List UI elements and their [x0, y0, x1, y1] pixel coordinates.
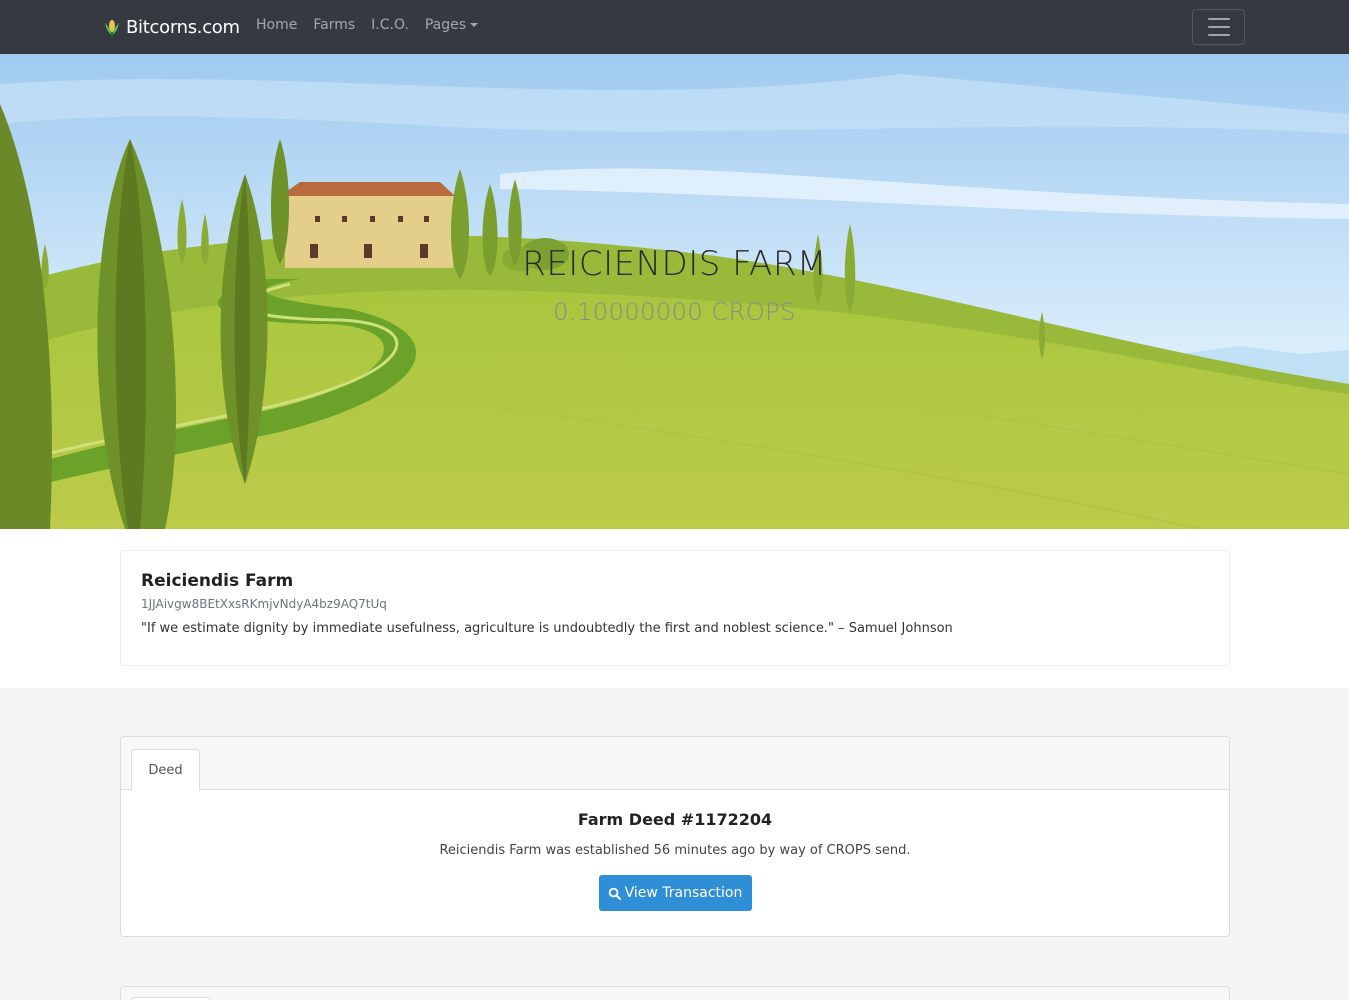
- nav-pages-dropdown[interactable]: Pages: [424, 17, 479, 33]
- nav-home[interactable]: Home: [256, 17, 297, 33]
- nav-links: Home Farms I.C.O. Pages: [256, 17, 479, 33]
- next-panel-header: [121, 987, 1229, 1000]
- nav-pages-label: Pages: [424, 17, 467, 33]
- view-transaction-button[interactable]: View Transaction: [598, 875, 752, 911]
- farm-info-card: Reiciendis Farm 1JJAivgw8BEtXxsRKmjvNdyA…: [120, 550, 1230, 666]
- tab-deed[interactable]: Deed: [131, 749, 200, 791]
- farm-name: Reiciendis Farm: [141, 571, 294, 591]
- farm-quote: "If we estimate dignity by immediate use…: [141, 621, 953, 636]
- hamburger-menu-icon[interactable]: [1192, 9, 1245, 45]
- farm-info-section: Reiciendis Farm 1JJAivgw8BEtXxsRKmjvNdyA…: [0, 529, 1349, 688]
- corn-icon: [105, 20, 119, 35]
- nav-farms[interactable]: Farms: [313, 17, 355, 33]
- search-icon: [608, 887, 621, 900]
- deed-tab-body: Farm Deed #1172204 Reiciendis Farm was e…: [121, 790, 1229, 911]
- nav-ico[interactable]: I.C.O.: [371, 17, 409, 33]
- hero-balance: 0.10000000 CROPS: [553, 298, 796, 326]
- view-transaction-label: View Transaction: [624, 885, 743, 901]
- hero-title: REICIENDIS FARM: [522, 244, 827, 284]
- brand-link[interactable]: Bitcorns.com: [104, 14, 240, 40]
- brand-label: Bitcorns.com: [126, 16, 240, 38]
- next-panel: [120, 986, 1230, 1000]
- deed-title: Farm Deed #1172204: [577, 810, 773, 829]
- deed-description: Reiciendis Farm was established 56 minut…: [439, 843, 911, 858]
- deed-tabs-header: Deed: [121, 737, 1229, 791]
- farm-landscape-illustration: [0, 54, 1349, 529]
- navbar: Bitcorns.com Home Farms I.C.O. Pages: [0, 0, 1349, 54]
- caret-down-icon: [470, 23, 479, 27]
- deed-panel: Deed Farm Deed #1172204 Reiciendis Farm …: [120, 736, 1230, 937]
- hero-banner: REICIENDIS FARM 0.10000000 CROPS: [0, 54, 1349, 529]
- farm-address: 1JJAivgw8BEtXxsRKmjvNdyA4bz9AQ7tUq: [141, 597, 387, 611]
